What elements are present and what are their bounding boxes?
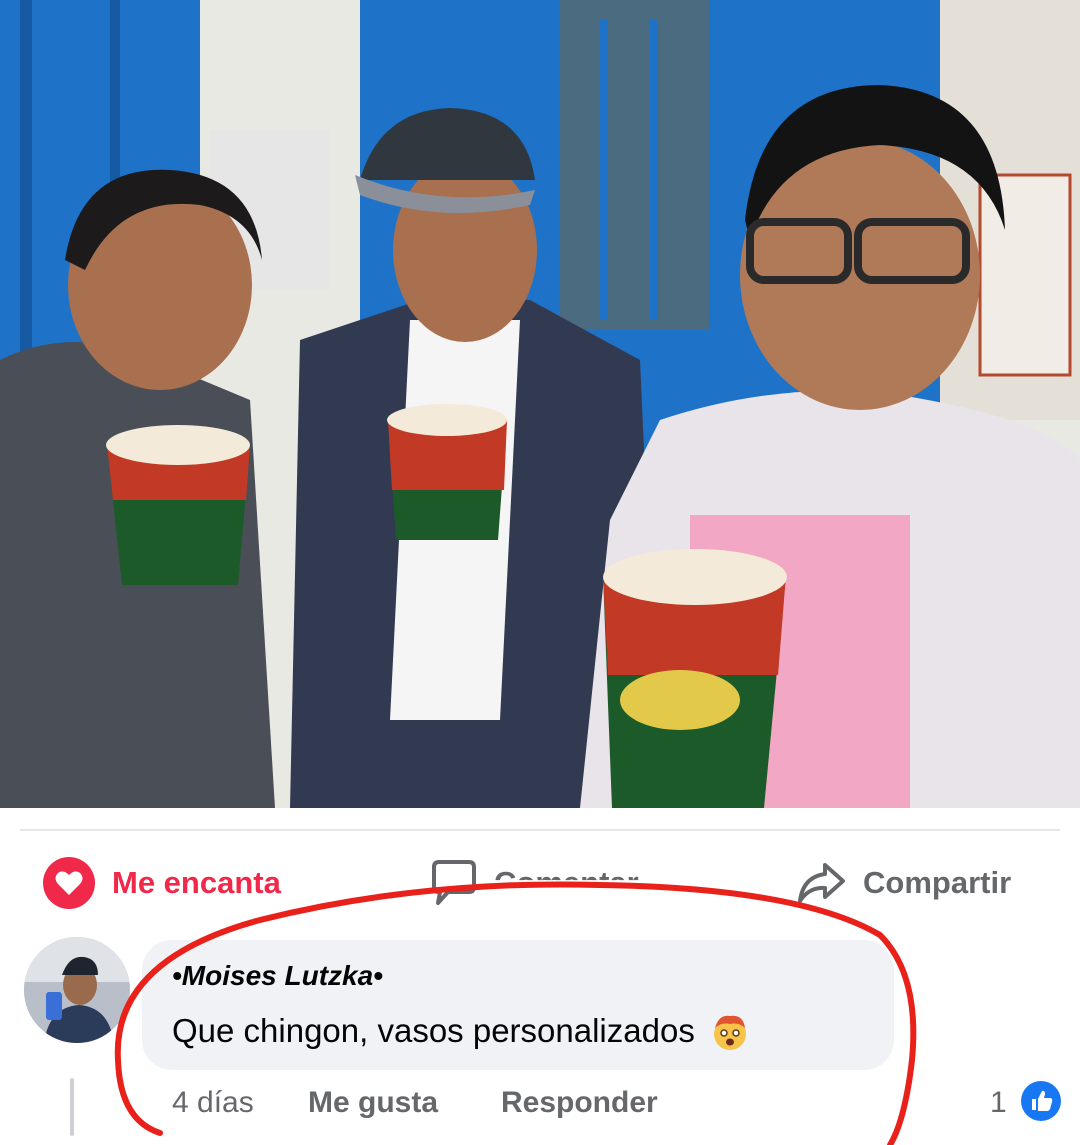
love-reaction-label: Me encanta bbox=[112, 865, 281, 900]
share-button[interactable]: Compartir bbox=[795, 852, 1011, 914]
post-photo[interactable] bbox=[0, 0, 1080, 808]
like-thumb-icon[interactable] bbox=[1020, 1080, 1062, 1122]
comment-reply-link[interactable]: Responder bbox=[501, 1080, 658, 1126]
share-arrow-icon bbox=[798, 863, 845, 903]
comment-bubble: •Moises Lutzka• Que chingon, vasos perso… bbox=[142, 940, 894, 1070]
action-bar-divider bbox=[20, 829, 1060, 831]
share-label: Compartir bbox=[863, 865, 1012, 900]
commenter-avatar[interactable] bbox=[24, 937, 130, 1043]
comment-text: Que chingon, vasos personalizados bbox=[172, 1012, 695, 1049]
love-reaction-button[interactable]: Me encanta bbox=[42, 852, 281, 914]
speech-bubble-icon bbox=[428, 857, 480, 909]
comment-reaction-count[interactable]: 1 bbox=[990, 1080, 1007, 1126]
comment-timestamp: 4 días bbox=[172, 1086, 254, 1119]
comment-text-row: Que chingon, vasos personalizados bbox=[172, 1010, 751, 1052]
comment-thread-line bbox=[70, 1078, 74, 1136]
comment-button[interactable]: Comentar bbox=[428, 852, 639, 914]
heart-reaction-icon bbox=[43, 857, 95, 909]
comment-author-name[interactable]: •Moises Lutzka• bbox=[172, 960, 383, 992]
comment-like-link[interactable]: Me gusta bbox=[308, 1080, 438, 1126]
exploding-head-emoji-icon bbox=[713, 1015, 746, 1050]
comment-label: Comentar bbox=[494, 865, 639, 900]
